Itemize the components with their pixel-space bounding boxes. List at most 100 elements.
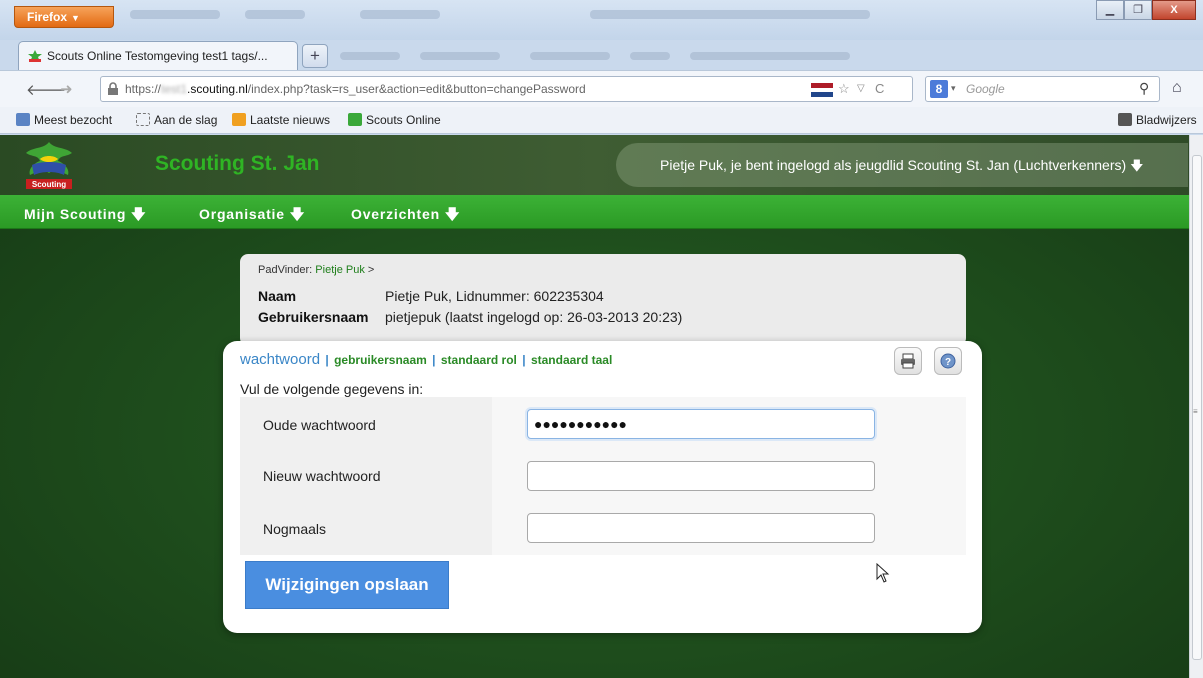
name-label: Naam bbox=[258, 288, 297, 304]
tab-gebruikersnaam[interactable]: gebruikersnaam bbox=[334, 353, 427, 367]
url-prefix: https:// bbox=[125, 82, 162, 96]
navigation-toolbar: 🡐 ➜ https://test1.scouting.nl/index.php?… bbox=[0, 70, 1203, 107]
name-value: Pietje Puk, Lidnummer: 602235304 bbox=[385, 288, 604, 304]
user-status-text: Pietje Puk, je bent ingelogd als jeugdli… bbox=[660, 157, 1127, 173]
print-button[interactable] bbox=[894, 347, 922, 375]
arrow-down-icon: 🡇 bbox=[444, 206, 461, 222]
search-engine-icon[interactable]: 8 bbox=[930, 80, 948, 98]
url-bar[interactable]: https://test1.scouting.nl/index.php?task… bbox=[100, 76, 913, 102]
member-info-panel: PadVinder: Pietje Puk > Naam Pietje Puk,… bbox=[240, 254, 966, 346]
svg-text:?: ? bbox=[945, 357, 951, 368]
breadcrumb-link[interactable]: Pietje Puk bbox=[315, 264, 365, 276]
minimize-button[interactable]: ▁ bbox=[1096, 0, 1124, 20]
menu-label: Overzichten bbox=[351, 206, 440, 222]
mouse-cursor-icon bbox=[876, 563, 890, 583]
repeat-password-label: Nogmaals bbox=[263, 521, 327, 537]
tab-title: Scouts Online Testomgeving test1 tags/..… bbox=[47, 49, 268, 63]
url-path: /index.php?task=rs_user&action=edit&butt… bbox=[247, 82, 586, 96]
web-page: Scouting Scouting St. Jan Pietje Puk, je… bbox=[0, 135, 1203, 678]
forward-arrow-icon[interactable]: ➜ bbox=[60, 80, 73, 98]
search-icon[interactable]: ⚲ bbox=[1139, 80, 1149, 97]
scouting-logo[interactable]: Scouting bbox=[18, 139, 80, 191]
blurred-title-text bbox=[360, 10, 440, 19]
close-window-button[interactable]: X bbox=[1152, 0, 1196, 20]
main-menu: Mijn Scouting 🡇 Organisatie 🡇 Overzichten 🡇 bbox=[0, 195, 1189, 229]
bookmark-meest-bezocht[interactable]: Meest bezocht bbox=[16, 113, 112, 127]
help-icon: ? bbox=[940, 353, 956, 369]
arrow-down-icon: 🡇 bbox=[289, 206, 306, 222]
form-intro: Vul de volgende gegevens in: bbox=[240, 381, 424, 397]
bookmark-label: Laatste nieuws bbox=[250, 113, 331, 127]
old-password-label: Oude wachtwoord bbox=[263, 417, 376, 433]
menu-overzichten[interactable]: Overzichten 🡇 bbox=[351, 204, 460, 228]
window-titlebar: Firefox ▼ ▁ ❐ X bbox=[0, 0, 1203, 40]
bookmark-scouts-online[interactable]: Scouts Online bbox=[348, 113, 441, 127]
tab-separator: | bbox=[325, 353, 329, 367]
blurred-tab bbox=[420, 52, 500, 60]
firefox-menu-button[interactable]: Firefox ▼ bbox=[14, 6, 114, 28]
home-icon[interactable]: ⌂ bbox=[1172, 79, 1182, 97]
breadcrumb-separator: > bbox=[367, 264, 375, 276]
rss-icon bbox=[232, 113, 246, 126]
help-button[interactable]: ? bbox=[934, 347, 962, 375]
reload-icon[interactable]: C bbox=[875, 81, 884, 96]
bookmark-label: Aan de slag bbox=[154, 113, 218, 127]
url-redacted: test1 bbox=[161, 82, 188, 96]
bookmarks-menu-label: Bladwijzers bbox=[1136, 113, 1197, 127]
bookmark-label: Scouts Online bbox=[366, 113, 441, 127]
tab-separator: | bbox=[432, 353, 436, 367]
bookmarks-toolbar: Meest bezocht Aan de slag Laatste nieuws… bbox=[0, 107, 1203, 134]
card-tabs: wachtwoord | gebruikersnaam | standaard … bbox=[240, 351, 612, 368]
new-password-field[interactable] bbox=[527, 461, 875, 491]
user-status-pill[interactable]: Pietje Puk, je bent ingelogd als jeugdli… bbox=[616, 143, 1188, 187]
tab-wachtwoord[interactable]: wachtwoord bbox=[240, 351, 320, 368]
url-text: https://test1.scouting.nl/index.php?task… bbox=[125, 82, 586, 96]
scouting-favicon-icon bbox=[28, 50, 42, 62]
maximize-button[interactable]: ❐ bbox=[1124, 0, 1152, 20]
page-icon bbox=[136, 113, 150, 126]
dropdown-triangle-icon[interactable]: ▽ bbox=[857, 83, 865, 94]
site-header: Scouting Scouting St. Jan Pietje Puk, je… bbox=[0, 135, 1189, 195]
menu-organisatie[interactable]: Organisatie 🡇 bbox=[199, 204, 305, 228]
chevron-down-icon: ▼ bbox=[71, 13, 80, 23]
arrow-down-icon: 🡇 bbox=[1130, 158, 1144, 173]
breadcrumb-prefix: PadVinder: bbox=[258, 264, 313, 276]
blurred-title-text bbox=[245, 10, 305, 19]
new-password-label: Nieuw wachtwoord bbox=[263, 468, 381, 484]
bookmarks-menu[interactable]: Bladwijzers bbox=[1118, 113, 1197, 127]
old-password-field[interactable] bbox=[527, 409, 875, 439]
blurred-title-text bbox=[130, 10, 220, 19]
site-title: Scouting St. Jan bbox=[155, 152, 320, 175]
search-bar[interactable]: 8 ▾ Google ⚲ bbox=[925, 76, 1160, 102]
firefox-menu-label: Firefox bbox=[27, 10, 68, 24]
bookmark-label: Meest bezocht bbox=[34, 113, 113, 127]
bookmark-laatste-nieuws[interactable]: Laatste nieuws bbox=[232, 113, 330, 127]
bookmark-star-icon[interactable]: ☆ bbox=[838, 81, 850, 97]
menu-mijn-scouting[interactable]: Mijn Scouting 🡇 bbox=[24, 204, 146, 228]
password-form: Oude wachtwoord Nieuw wachtwoord Nogmaal… bbox=[240, 397, 966, 555]
new-tab-button[interactable]: + bbox=[302, 44, 328, 68]
change-password-card: wachtwoord | gebruikersnaam | standaard … bbox=[223, 341, 982, 633]
blurred-tab bbox=[340, 52, 400, 60]
tab-standaard-rol[interactable]: standaard rol bbox=[441, 353, 517, 367]
repeat-password-field[interactable] bbox=[527, 513, 875, 543]
scouting-favicon-icon bbox=[348, 113, 362, 126]
tab-active[interactable]: Scouts Online Testomgeving test1 tags/..… bbox=[18, 41, 298, 71]
url-domain: scouting.nl bbox=[190, 82, 248, 96]
bookmarks-star-icon bbox=[1118, 113, 1132, 126]
blurred-tab bbox=[530, 52, 610, 60]
printer-icon bbox=[901, 353, 915, 369]
username-label: Gebruikersnaam bbox=[258, 309, 369, 325]
search-placeholder: Google bbox=[966, 82, 1005, 96]
tab-separator: | bbox=[522, 353, 526, 367]
menu-label: Organisatie bbox=[199, 206, 285, 222]
logo-text: Scouting bbox=[32, 180, 66, 189]
bookmark-aan-de-slag[interactable]: Aan de slag bbox=[136, 113, 217, 127]
chevron-down-icon: ▾ bbox=[951, 83, 956, 93]
save-changes-button[interactable]: Wijzigingen opslaan bbox=[245, 561, 449, 609]
breadcrumb: PadVinder: Pietje Puk > bbox=[258, 264, 374, 276]
vertical-scrollbar[interactable]: ≡ bbox=[1189, 135, 1203, 678]
tab-standaard-taal[interactable]: standaard taal bbox=[531, 353, 612, 367]
username-value: pietjepuk (laatst ingelogd op: 26-03-201… bbox=[385, 309, 683, 325]
menu-label: Mijn Scouting bbox=[24, 206, 127, 222]
